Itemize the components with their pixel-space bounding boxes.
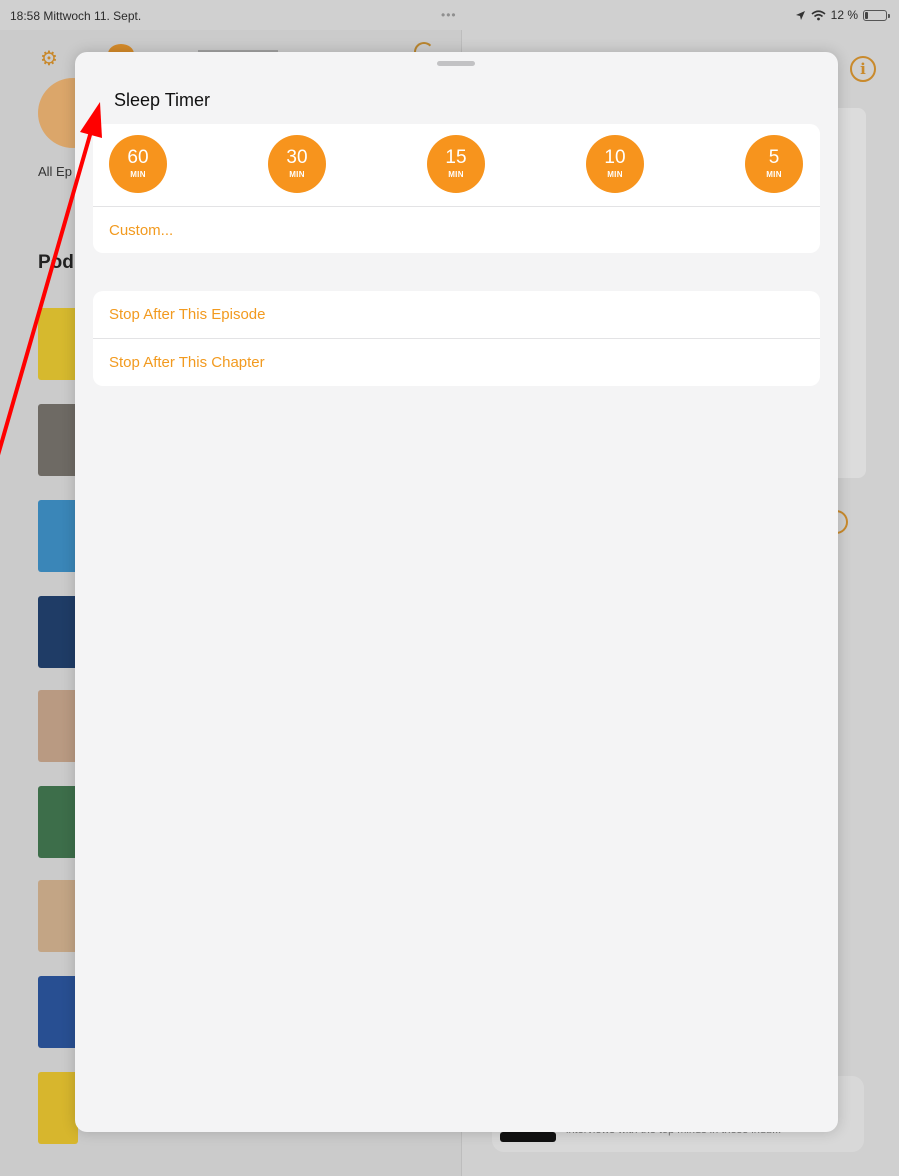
annotation-arrow — [0, 102, 102, 456]
